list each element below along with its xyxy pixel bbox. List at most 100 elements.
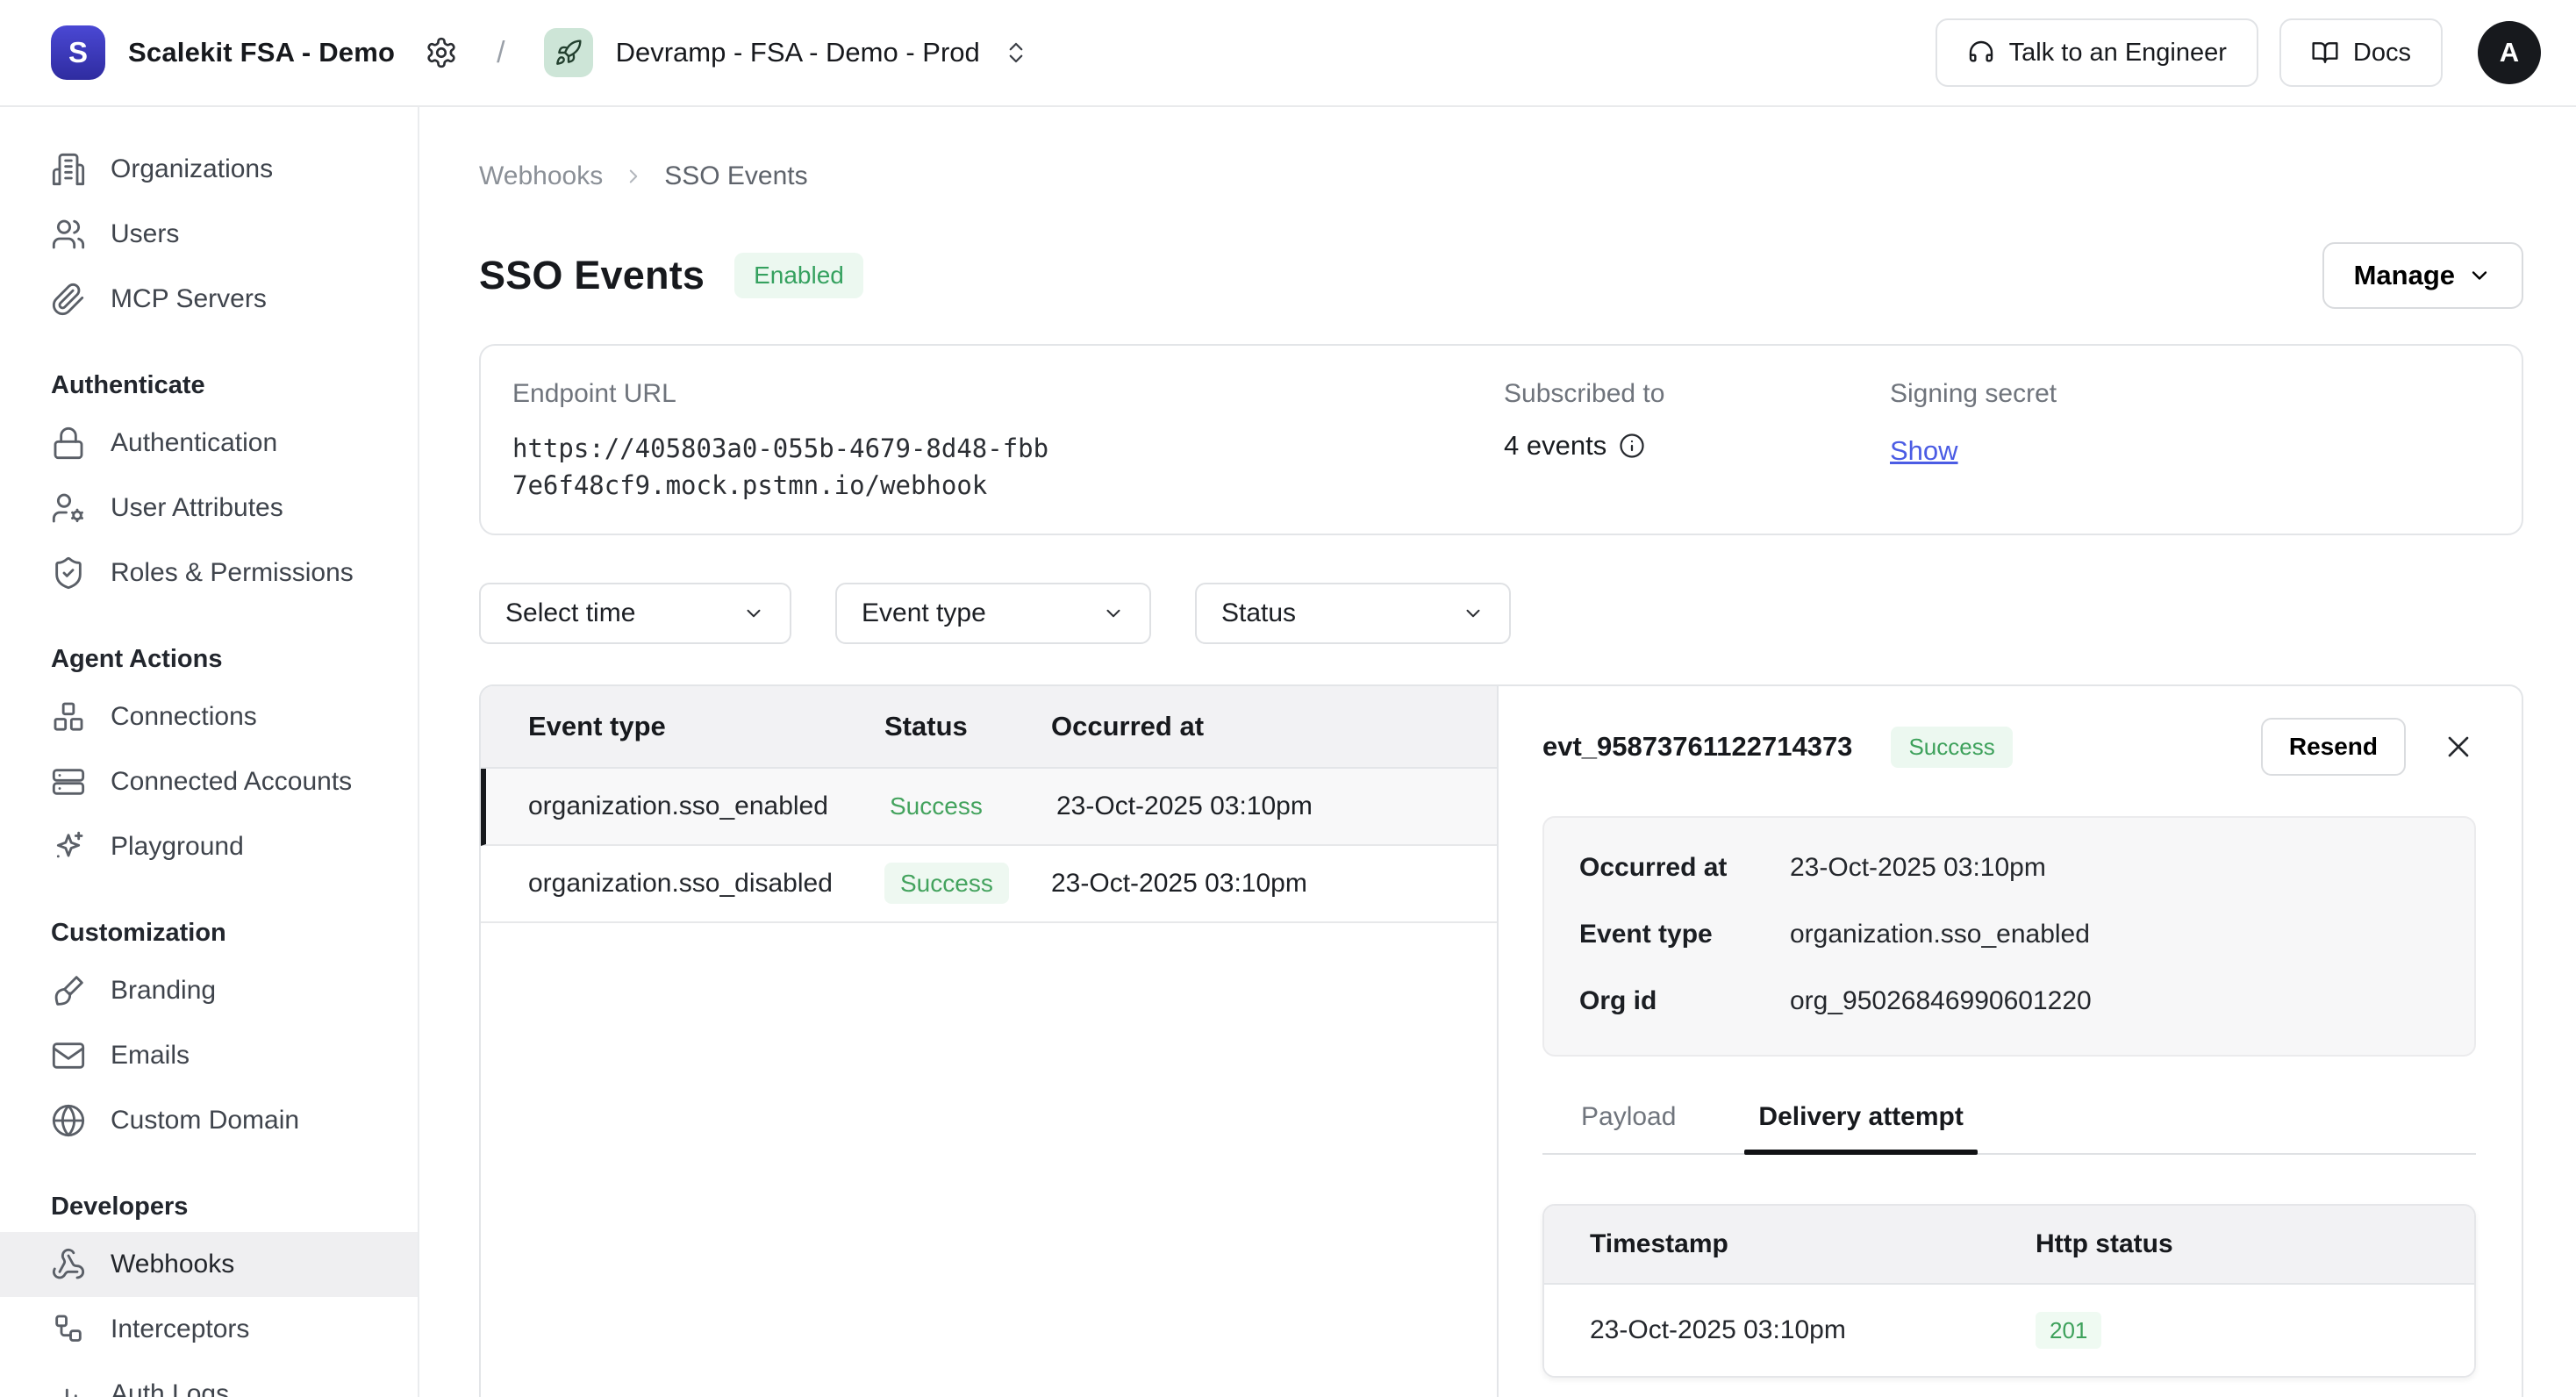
delivery-attempt-row: 23-Oct-2025 03:10pm201 [1544, 1285, 2474, 1376]
cubes-icon [51, 699, 86, 734]
sidebar-item-roles-permissions[interactable]: Roles & Permissions [0, 541, 418, 605]
events-table: Event type Status Occurred at organizati… [481, 686, 1499, 1397]
sidebar-item-connected-accounts[interactable]: Connected Accounts [0, 749, 418, 814]
sidebar-item-label: Authentication [111, 428, 277, 458]
environment-name[interactable]: Devramp - FSA - Demo - Prod [616, 37, 980, 68]
delivery-table-body: 23-Oct-2025 03:10pm201 [1544, 1285, 2474, 1376]
paperclip-icon [51, 282, 86, 317]
event-row-organization.sso_disabled[interactable]: organization.sso_disabledSuccess23-Oct-2… [481, 846, 1497, 923]
status-filter-label: Status [1221, 598, 1296, 628]
lock-icon [51, 426, 86, 461]
workspace-name: Scalekit FSA - Demo [128, 37, 395, 68]
breadcrumb-webhooks[interactable]: Webhooks [479, 161, 603, 191]
endpoint-card: Endpoint URL https://405803a0-055b-4679-… [479, 344, 2523, 535]
close-icon[interactable] [2441, 729, 2476, 764]
event-type-filter-select[interactable]: Event type [835, 583, 1151, 644]
events-split-container: Event type Status Occurred at organizati… [479, 684, 2523, 1397]
sidebar-item-organizations[interactable]: Organizations [0, 137, 418, 202]
summary-value: organization.sso_enabled [1790, 920, 2090, 949]
info-icon[interactable] [1619, 433, 1645, 459]
summary-value: 23-Oct-2025 03:10pm [1790, 853, 2046, 883]
endpoint-url-field: Endpoint URL https://405803a0-055b-4679-… [512, 379, 1504, 504]
breadcrumb-current: SSO Events [664, 161, 807, 191]
users-icon [51, 217, 86, 252]
brush-icon [51, 973, 86, 1008]
sidebar-section-agent-actions: Agent Actions [0, 634, 418, 684]
summary-row-occurred-at: Occurred at23-Oct-2025 03:10pm [1579, 853, 2439, 883]
sidebar-item-label: Interceptors [111, 1315, 249, 1344]
detail-tabs: Payload Delivery attempt [1542, 1102, 2476, 1155]
column-occurred-at: Occurred at [1051, 711, 1497, 742]
bar-chart-icon [51, 1377, 86, 1397]
status-badge: Success [884, 863, 1009, 904]
interceptor-icon [51, 1312, 86, 1347]
signing-secret-field: Signing secret Show [1890, 379, 2483, 504]
sparkles-icon [51, 829, 86, 864]
events-table-body: organization.sso_enabledSuccess23-Oct-20… [481, 769, 1497, 923]
sidebar-item-label: Users [111, 219, 179, 249]
time-filter-select[interactable]: Select time [479, 583, 791, 644]
docs-button[interactable]: Docs [2279, 18, 2443, 87]
tab-delivery-attempt[interactable]: Delivery attempt [1744, 1102, 1977, 1153]
sidebar-item-webhooks[interactable]: Webhooks [0, 1232, 418, 1297]
time-filter-label: Select time [505, 598, 635, 628]
sidebar-section-customization: Customization [0, 907, 418, 958]
event-id: evt_95873761122714373 [1542, 731, 1852, 763]
column-http-status: Http status [2036, 1229, 2474, 1259]
sidebar-item-connections[interactable]: Connections [0, 684, 418, 749]
globe-icon [51, 1103, 86, 1138]
event-type-cell: organization.sso_enabled [486, 792, 890, 821]
sidebar-item-branding[interactable]: Branding [0, 958, 418, 1023]
sidebar-item-label: Emails [111, 1041, 190, 1071]
docs-label: Docs [2353, 39, 2411, 68]
avatar[interactable]: A [2478, 21, 2541, 84]
sidebar-item-auth-logs[interactable]: Auth Logs [0, 1362, 418, 1397]
talk-to-engineer-button[interactable]: Talk to an Engineer [1936, 18, 2258, 87]
page-header: SSO Events Enabled Manage [479, 242, 2523, 309]
sidebar-item-authentication[interactable]: Authentication [0, 411, 418, 476]
endpoint-url-value: https://405803a0-055b-4679-8d48-fbb7e6f4… [512, 430, 1056, 504]
chevron-down-icon [2467, 263, 2492, 288]
resend-button[interactable]: Resend [2261, 718, 2406, 776]
shield-check-icon [51, 555, 86, 591]
sidebar-item-label: Playground [111, 832, 244, 862]
webhook-icon [51, 1247, 86, 1282]
occurred-at-cell: 23-Oct-2025 03:10pm [1056, 792, 1497, 821]
sidebar-item-playground[interactable]: Playground [0, 814, 418, 879]
manage-label: Manage [2354, 260, 2455, 291]
endpoint-url-label: Endpoint URL [512, 379, 1504, 409]
gear-icon[interactable] [425, 36, 458, 69]
sidebar: Organizations Users MCP Servers Authenticat… [0, 107, 419, 1397]
breadcrumb: Webhooks SSO Events [479, 161, 2523, 191]
sidebar-item-custom-domain[interactable]: Custom Domain [0, 1088, 418, 1153]
headphones-icon [1967, 39, 1995, 67]
book-icon [2311, 39, 2339, 67]
user-gear-icon [51, 491, 86, 526]
sidebar-section-developers: Developers [0, 1181, 418, 1232]
tab-payload[interactable]: Payload [1567, 1102, 1690, 1153]
sidebar-item-mcp-servers[interactable]: MCP Servers [0, 267, 418, 332]
workspace-switcher: S Scalekit FSA - Demo / Devramp - FSA - … [51, 25, 1029, 80]
top-bar-actions: Talk to an Engineer Docs A [1936, 18, 2541, 87]
sidebar-item-label: Webhooks [111, 1250, 234, 1279]
sidebar-item-emails[interactable]: Emails [0, 1023, 418, 1088]
building-icon [51, 152, 86, 187]
http-status-badge: 201 [2036, 1312, 2101, 1349]
timestamp-cell: 23-Oct-2025 03:10pm [1544, 1315, 2036, 1345]
avatar-letter: A [2500, 37, 2519, 68]
sidebar-item-users[interactable]: Users [0, 202, 418, 267]
sidebar-item-user-attributes[interactable]: User Attributes [0, 476, 418, 541]
chevron-down-icon [742, 602, 765, 625]
chevrons-up-down-icon[interactable] [1003, 39, 1029, 66]
show-secret-link[interactable]: Show [1890, 435, 1958, 467]
subscribed-value: 4 events [1504, 430, 1606, 462]
server-icon [51, 764, 86, 799]
status-filter-select[interactable]: Status [1195, 583, 1511, 644]
status-badge: Success [890, 792, 983, 820]
manage-button[interactable]: Manage [2322, 242, 2523, 309]
event-row-organization.sso_enabled[interactable]: organization.sso_enabledSuccess 23-Oct-20… [481, 769, 1497, 846]
sidebar-item-label: MCP Servers [111, 284, 267, 314]
sidebar-item-interceptors[interactable]: Interceptors [0, 1297, 418, 1362]
subscribed-label: Subscribed to [1504, 379, 1890, 409]
subscribed-field: Subscribed to 4 events [1504, 379, 1890, 504]
